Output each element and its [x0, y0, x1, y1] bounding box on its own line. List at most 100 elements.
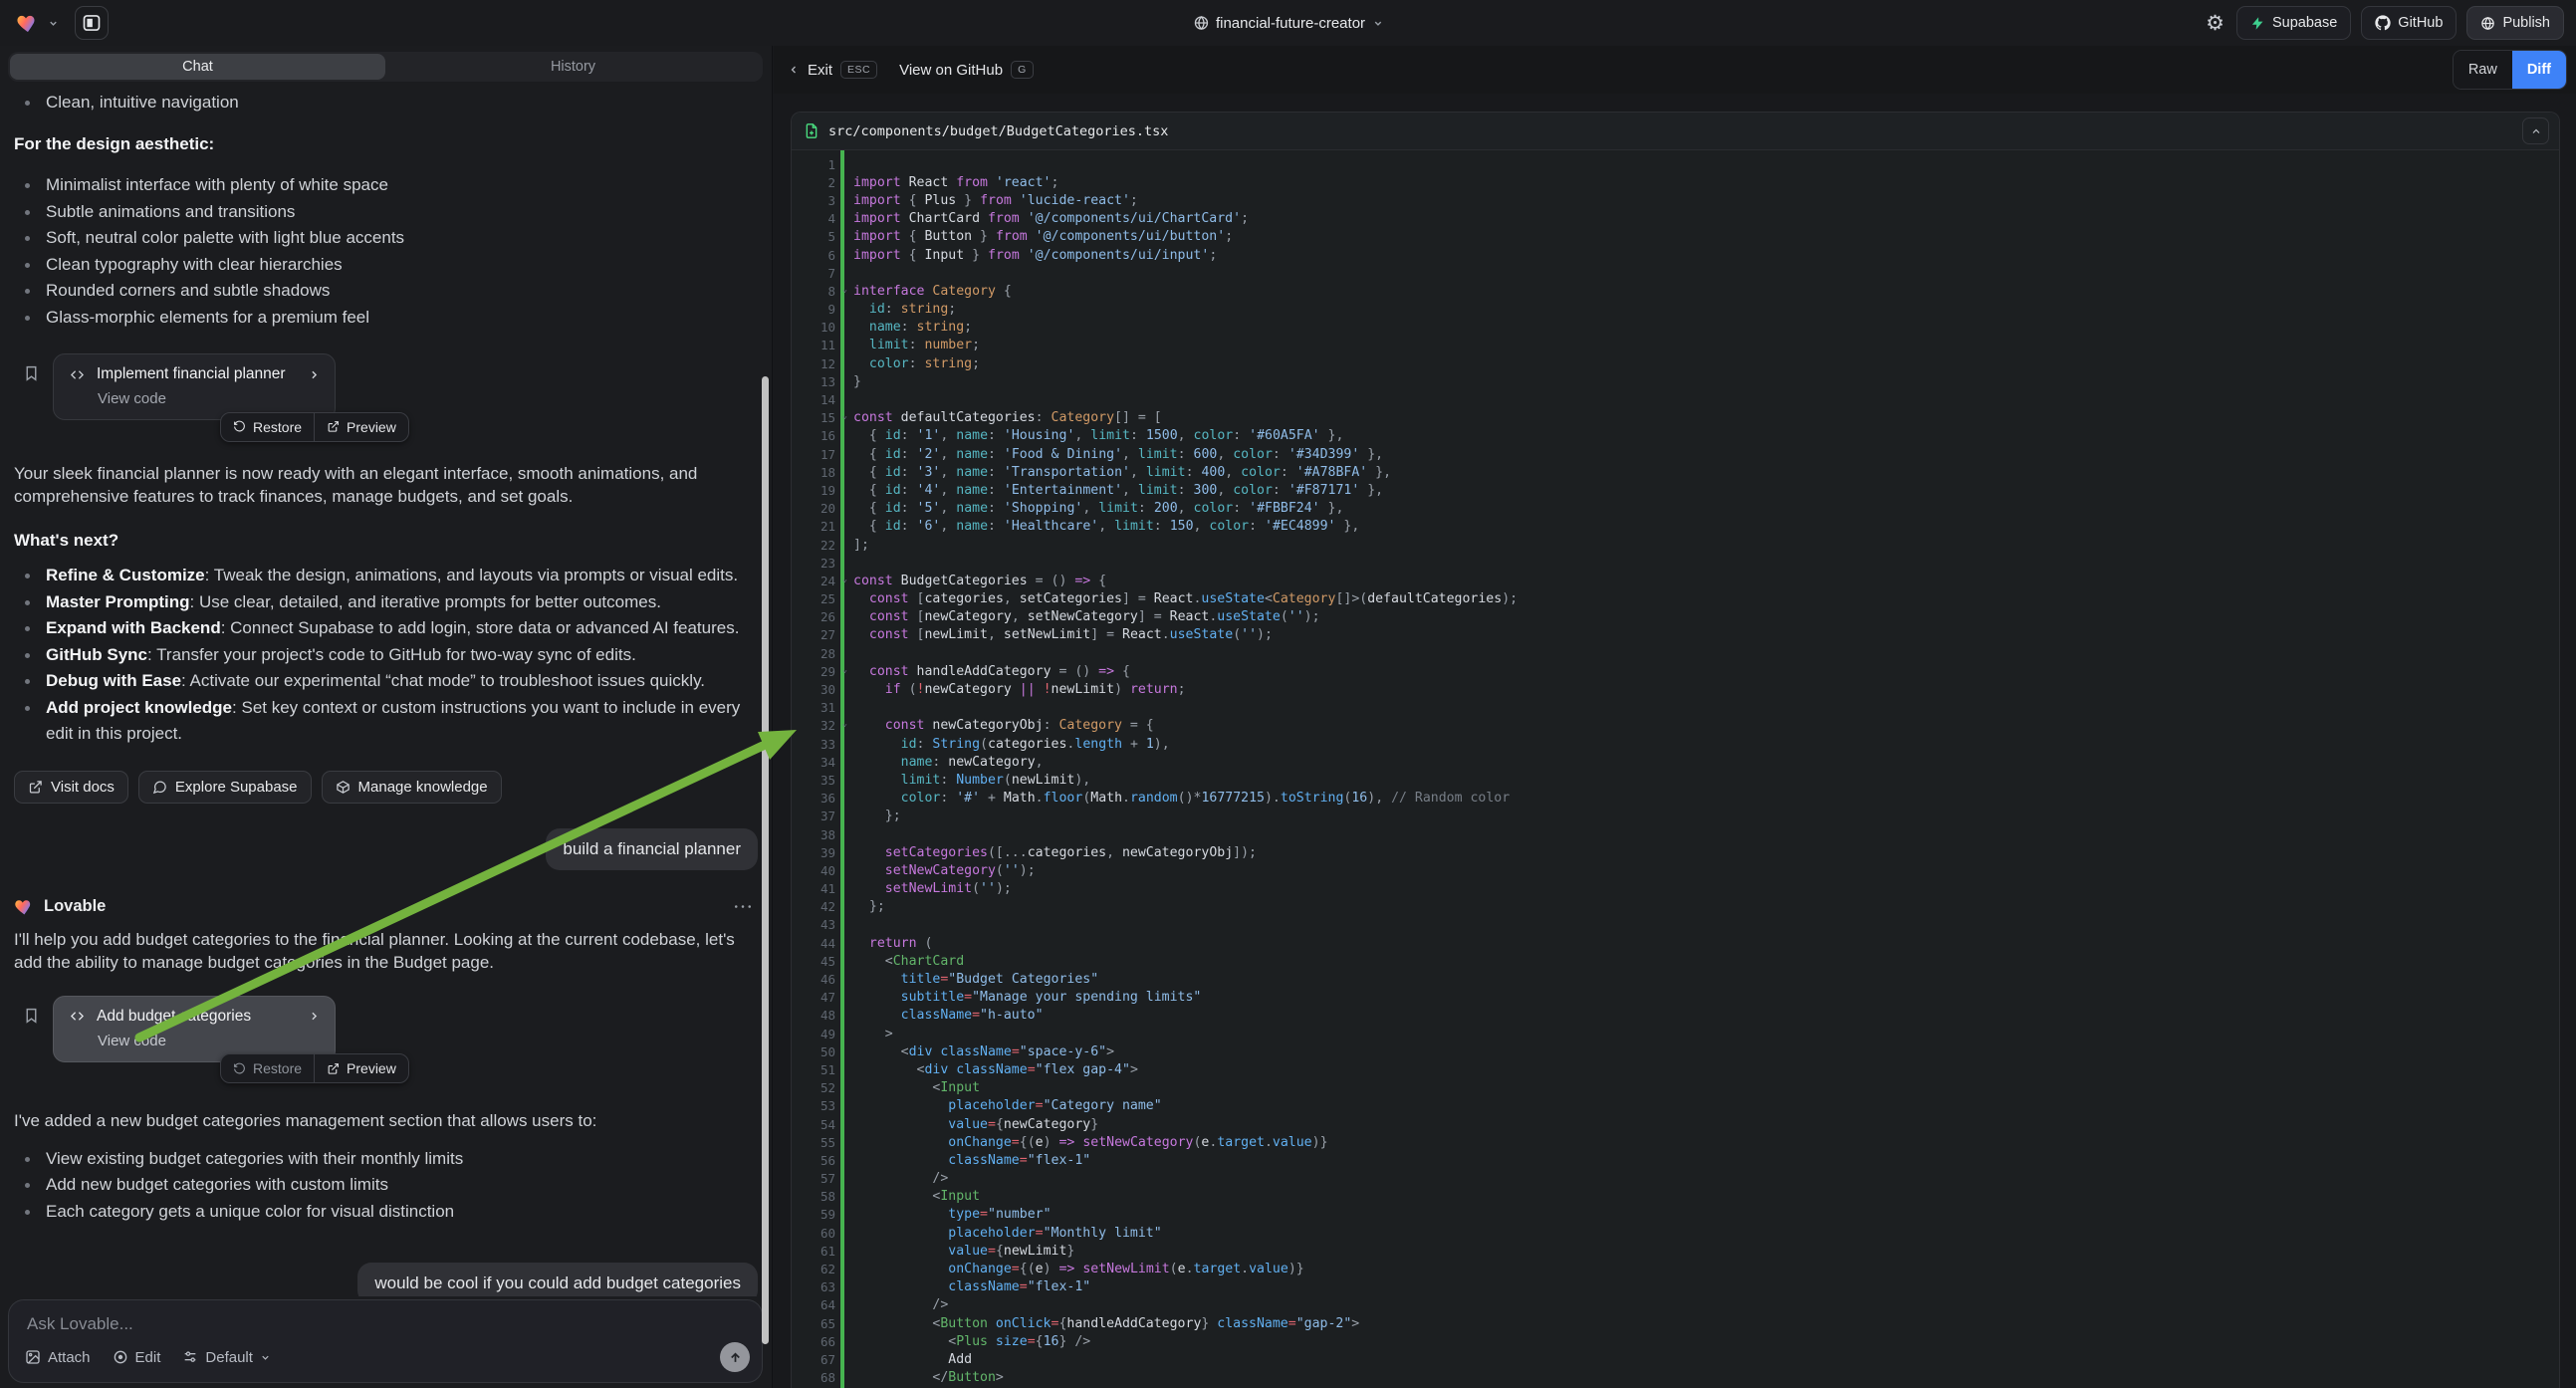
line-number: 67 [792, 1352, 835, 1367]
bookmark-icon[interactable] [23, 1006, 40, 1026]
line-number: 62 [792, 1262, 835, 1276]
clipped-bullet-list: Clean, intuitive navigation [14, 90, 758, 116]
code-line: 42 }; [792, 898, 2559, 916]
prompt-input[interactable]: Ask Lovable... [27, 1314, 133, 1334]
code-line: 10 name: string; [792, 319, 2559, 337]
bookmark-icon[interactable] [23, 363, 40, 383]
code-brackets-icon [68, 1009, 87, 1024]
send-button[interactable] [720, 1342, 750, 1372]
view-code-link[interactable]: View code [98, 390, 321, 407]
code-text: className="flex-1" [835, 1279, 1090, 1294]
line-number: 16 [792, 428, 835, 443]
preview-button[interactable]: Preview [315, 1054, 408, 1082]
view-on-github-button[interactable]: View on GitHub G [899, 61, 1034, 79]
chat-messages[interactable]: Clean, intuitive navigation For the desi… [0, 88, 772, 1296]
code-text: setNewLimit(''); [835, 881, 1012, 896]
exit-button[interactable]: Exit ESC [788, 61, 877, 79]
raw-diff-toggle: Raw Diff [2453, 50, 2567, 90]
code-text: <div className="flex gap-4"> [835, 1062, 1138, 1077]
supabase-button[interactable]: Supabase [2236, 6, 2351, 40]
fold-chevron-icon[interactable]: ⌄ [842, 285, 847, 295]
explore-supabase-button[interactable]: Explore Supabase [138, 771, 312, 804]
line-number: 38 [792, 827, 835, 842]
restore-button[interactable]: Restore [221, 413, 314, 441]
fold-chevron-icon[interactable]: ⌄ [842, 411, 847, 421]
fold-chevron-icon[interactable]: ⌄ [842, 719, 847, 729]
line-number: 23 [792, 556, 835, 571]
chat-scrollbar[interactable] [762, 376, 769, 1344]
line-number: 34 [792, 755, 835, 770]
code-line: 4import ChartCard from '@/components/ui/… [792, 210, 2559, 228]
publish-button[interactable]: Publish [2466, 6, 2564, 40]
line-number: 13 [792, 374, 835, 389]
code-line: 13} [792, 372, 2559, 390]
code-line: 33 id: String(categories.length + 1), [792, 735, 2559, 753]
preview-button[interactable]: Preview [315, 413, 408, 441]
lovable-logo-heart-icon[interactable] [16, 11, 40, 35]
tab-chat[interactable]: Chat [10, 54, 385, 80]
code-line: 39 setCategories([...categories, newCate… [792, 843, 2559, 861]
code-line: 16 { id: '1', name: 'Housing', limit: 15… [792, 427, 2559, 445]
file-path-bar[interactable]: src/components/budget/BudgetCategories.t… [792, 113, 2559, 150]
code-line: 56 className="flex-1" [792, 1151, 2559, 1169]
more-options-icon[interactable] [734, 904, 758, 909]
manage-knowledge-button[interactable]: Manage knowledge [322, 771, 502, 804]
prompt-composer[interactable]: Ask Lovable... Attach Edit Default [8, 1299, 763, 1383]
chevron-right-icon [308, 368, 321, 381]
restore-button[interactable]: Restore [221, 1054, 314, 1082]
edit-mode-button[interactable]: Edit [113, 1349, 161, 1366]
list-item: Rounded corners and subtle shadows [14, 278, 758, 305]
line-number: 65 [792, 1316, 835, 1331]
supabase-bolt-icon [2250, 16, 2265, 31]
code-line: 26 const [newCategory, setNewCategory] =… [792, 608, 2559, 626]
line-number: 9 [792, 302, 835, 317]
code-action-card-implement-financial-planner[interactable]: Implement financial planner View code [53, 353, 336, 420]
view-code-link[interactable]: View code [98, 1033, 321, 1049]
line-number: 22 [792, 538, 835, 553]
code-line: 18 { id: '3', name: 'Transportation', li… [792, 463, 2559, 481]
code-editor[interactable]: 12import React from 'react';3import { Pl… [792, 150, 2559, 1388]
file-added-icon [804, 122, 820, 139]
github-button[interactable]: GitHub [2361, 6, 2457, 40]
project-switcher[interactable]: financial-future-creator [1193, 0, 1383, 46]
publish-globe-icon [2480, 16, 2495, 31]
code-line: 15⌄const defaultCategories: Category[] =… [792, 409, 2559, 427]
toggle-sidebar-button[interactable] [75, 6, 109, 40]
code-panel-header: Exit ESC View on GitHub G Raw Diff [774, 46, 2576, 94]
design-bullet-list: Minimalist interface with plenty of whit… [14, 172, 758, 331]
diff-toggle-button[interactable]: Diff [2512, 51, 2566, 89]
fold-chevron-icon[interactable]: ⌄ [842, 665, 847, 675]
chevron-up-icon [2530, 125, 2542, 137]
line-number: 51 [792, 1062, 835, 1077]
list-item: Clean, intuitive navigation [14, 90, 758, 116]
code-text: <ChartCard [835, 954, 964, 969]
list-item: Refine & Customize: Tweak the design, an… [14, 563, 758, 589]
attach-button[interactable]: Attach [25, 1349, 91, 1366]
code-line: 68 </Button> [792, 1369, 2559, 1387]
list-item: Subtle animations and transitions [14, 199, 758, 226]
code-brackets-icon [68, 367, 87, 382]
list-item: Debug with Ease: Activate our experiment… [14, 668, 758, 695]
raw-toggle-button[interactable]: Raw [2454, 51, 2512, 89]
logo-chevron-down-icon[interactable] [48, 18, 59, 29]
code-action-card-add-budget-categories[interactable]: Add budget categories View code [53, 996, 336, 1062]
collapse-file-button[interactable] [2522, 117, 2549, 144]
lovable-avatar-heart-icon [14, 896, 35, 917]
code-line: 2import React from 'react'; [792, 173, 2559, 191]
card-title: Implement financial planner [97, 365, 298, 383]
visit-docs-button[interactable]: Visit docs [14, 771, 128, 804]
settings-gear-icon[interactable]: ⚙ [2206, 13, 2225, 34]
code-text: color: '#' + Math.floor(Math.random()*16… [835, 791, 1510, 806]
code-text: const newCategoryObj: Category = { [835, 718, 1154, 733]
code-line: 32⌄ const newCategoryObj: Category = { [792, 717, 2559, 735]
fold-chevron-icon[interactable]: ⌄ [842, 575, 847, 584]
mode-select[interactable]: Default [182, 1349, 271, 1366]
line-number: 8⌄ [792, 284, 835, 299]
code-text: import { Input } from '@/components/ui/i… [835, 248, 1217, 263]
restore-preview-pill: Restore Preview [220, 412, 409, 442]
line-number: 10 [792, 320, 835, 335]
code-text: onChange={(e) => setNewLimit(e.target.va… [835, 1262, 1304, 1276]
code-line: 54 value={newCategory} [792, 1115, 2559, 1133]
code-text: id: String(categories.length + 1), [835, 737, 1170, 752]
tab-history[interactable]: History [385, 54, 761, 80]
